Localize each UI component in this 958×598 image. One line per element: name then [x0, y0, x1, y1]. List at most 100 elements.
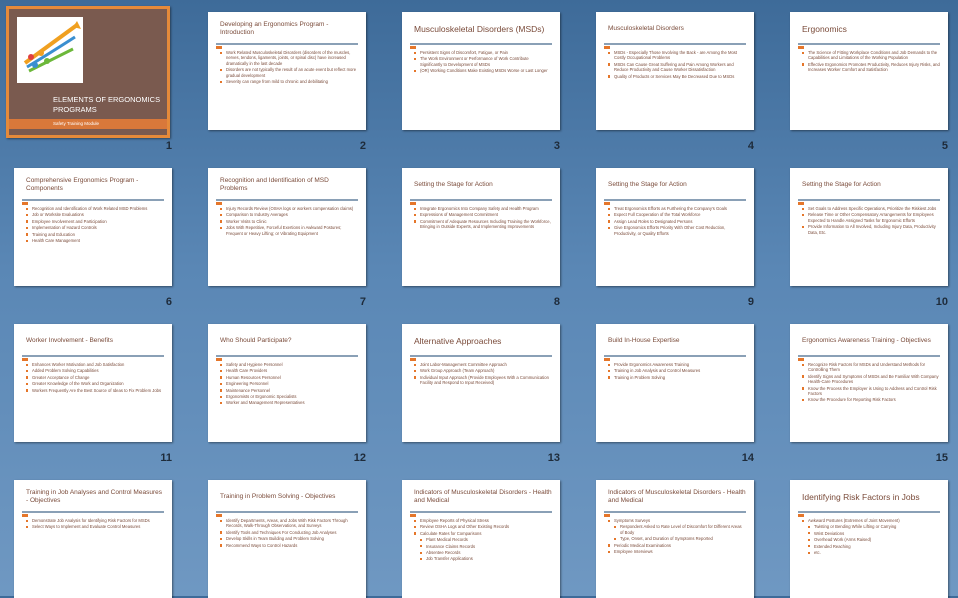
bullet: Individual Input Approach (Provide Emplo…: [414, 375, 552, 386]
bullet: Commitment of Adequate Resources Includi…: [414, 219, 552, 230]
slide-number: 5: [941, 140, 948, 152]
slide-title: Training in Job Analyses and Control Mea…: [26, 489, 162, 504]
bullet: Effective Ergonomics Promotes Productivi…: [802, 62, 940, 73]
bullet: Identify Tools and Techniques For Conduc…: [220, 530, 358, 535]
slide-title: ELEMENTS OF ERGONOMICS PROGRAMS: [53, 95, 161, 114]
bullet: Recommend Ways to Control Hazards: [220, 543, 358, 548]
bullet: Periodic Medical Examinations: [608, 543, 746, 548]
slide-subtitle: Safety Training Module: [53, 121, 100, 126]
slide-thumbnail-6[interactable]: Comprehensive Ergonomics Program - Compo…: [14, 168, 172, 286]
slide-thumbnail-7[interactable]: Recognition and Identification of MSD Pr…: [208, 168, 366, 286]
bullet: Give Ergonomics Efforts Priority With Ot…: [608, 225, 746, 236]
slide-thumbnail-11[interactable]: Worker Involvement - Benefits Enhances W…: [14, 324, 172, 442]
slide-title: Ergonomics Awareness Training - Objectiv…: [802, 337, 931, 344]
sub-bullet: Type, Onset, and Duration of Symptoms Re…: [614, 536, 746, 541]
bullet: Provide Information to All Involved, Inc…: [802, 224, 940, 235]
bullet: Develop Skills in Team Building and Prob…: [220, 536, 358, 541]
slide-number: 2: [359, 140, 366, 152]
slide-bullets: Identify Departments, Areas, and Jobs Wi…: [220, 518, 358, 594]
bullet: Know the Procedure for Reporting Risk Fa…: [802, 397, 940, 402]
slide-number: 1: [165, 140, 172, 152]
slide-thumbnail-9[interactable]: Setting the Stage for Action Treat Ergon…: [596, 168, 754, 286]
slide-thumbnail-16[interactable]: Training in Job Analyses and Control Mea…: [14, 480, 172, 598]
slide-thumbnail-5[interactable]: Ergonomics The Science of Fitting Workpl…: [790, 12, 948, 130]
bullet: Greater Acceptance of Change: [26, 375, 164, 380]
slide-bullets: Recognize Risk Factors for MSDs and Unde…: [802, 362, 940, 438]
slide-thumbnail-10[interactable]: Setting the Stage for Action Set Goals t…: [790, 168, 948, 286]
bullet: Ergonomists or Ergonomic Specialists: [220, 394, 358, 399]
sub-bullet: Twisting or Bending While Lifting or Car…: [808, 524, 940, 529]
bullet: Identify Signs and Symptoms of MSDs and …: [802, 374, 940, 385]
bullet: Health Care Providers: [220, 368, 358, 373]
slide-number: 10: [935, 296, 948, 308]
slide-bullets: Employee Reports of Physical Stress Revi…: [414, 518, 552, 594]
slide-bullets: Recognition and Identification of Work R…: [26, 206, 164, 282]
slide-bullets: Joint Labor-Management Committee Approac…: [414, 362, 552, 438]
bullet: Persistent Signs of Discomfort, Fatigue,…: [414, 50, 552, 55]
slide-bullets: Symptoms Surveys Respondent Asked to Rat…: [608, 518, 746, 594]
bullet: Recognition and Identification of Work R…: [26, 206, 164, 211]
bullet: Employee Interviews: [608, 549, 746, 554]
bullet: Disorders are not typically the result o…: [220, 67, 358, 78]
sub-bullet: Extended Reaching: [808, 544, 940, 549]
slide-number: 12: [353, 452, 366, 464]
slide-title: Alternative Approaches: [414, 336, 502, 346]
slide-bullets: Safety and Hygiene Personnel Health Care…: [220, 362, 358, 438]
slide-bullets: Demonstrate Job Analysis for Identifying…: [26, 518, 164, 594]
slide-title: Musculoskeletal Disorders: [608, 25, 684, 32]
slide-bullets: Provide Ergonomics Awareness Training Tr…: [608, 362, 746, 438]
bullet: Treat Ergonomics Efforts as Furthering t…: [608, 206, 746, 211]
bullet: Select Ways to Implement and Evaluate Co…: [26, 524, 164, 529]
bullet: MSDs - Especially Those Involving the Ba…: [608, 50, 746, 61]
bullet: Assign Lead Roles to Designated Persons: [608, 219, 746, 224]
slide-title: Setting the Stage for Action: [414, 181, 493, 188]
slide-thumbnail-1[interactable]: ELEMENTS OF ERGONOMICS PROGRAMS Safety T…: [6, 6, 170, 138]
bullet: Work Group Approach (Team Approach): [414, 368, 552, 373]
slide-title: Developing an Ergonomics Program - Intro…: [220, 21, 329, 36]
slide-bullets: Persistent Signs of Discomfort, Fatigue,…: [414, 50, 552, 126]
slide-thumbnail-4[interactable]: Musculoskeletal Disorders MSDs - Especia…: [596, 12, 754, 130]
bullet: Know the Process the Employer is Using t…: [802, 386, 940, 397]
slide-number: 4: [747, 140, 754, 152]
bullet: Release Time or Other Compensatory Arran…: [802, 212, 940, 223]
sub-bullet: etc.: [808, 550, 940, 555]
slide-title: Build In-House Expertise: [608, 337, 680, 344]
slide-number: 14: [741, 452, 754, 464]
bullet: Implementation of Hazard Controls: [26, 225, 164, 230]
slide-thumbnail-15[interactable]: Ergonomics Awareness Training - Objectiv…: [790, 324, 948, 442]
slide-number: 9: [747, 296, 754, 308]
slide-number: 15: [935, 452, 948, 464]
bullet: Integrate Ergonomics Into Company Safety…: [414, 206, 552, 211]
bullet: Training in Problem Solving: [608, 375, 746, 380]
slide-thumbnail-12[interactable]: Who Should Participate? Safety and Hygie…: [208, 324, 366, 442]
sub-bullet: Overhead Work (Arms Raised): [808, 537, 940, 542]
bullet: Expressions of Management Commitment: [414, 212, 552, 217]
sub-bullet: Respondent Asked to Rate Level of Discom…: [614, 524, 746, 535]
slide-title: Setting the Stage for Action: [802, 181, 881, 188]
bullet: Demonstrate Job Analysis for Identifying…: [26, 518, 164, 523]
slide-title: Identifying Risk Factors in Jobs: [802, 492, 920, 502]
people-arrow-image: [17, 17, 83, 83]
slide-bullets: Enhances Worker Motivation and Job Satis…: [26, 362, 164, 438]
slide-thumbnail-8[interactable]: Setting the Stage for Action Integrate E…: [402, 168, 560, 286]
slide-thumbnail-17[interactable]: Training in Problem Solving - Objectives…: [208, 480, 366, 598]
slide-thumbnail-18[interactable]: Indicators of Musculoskeletal Disorders …: [402, 480, 560, 598]
slide-bullets: Awkward Postures (Extremes of Joint Move…: [802, 518, 940, 594]
slide-number: 7: [359, 296, 366, 308]
slide-thumbnail-19[interactable]: Indicators of Musculoskeletal Disorders …: [596, 480, 754, 598]
slide-number: 8: [553, 296, 560, 308]
bullet: Review OSHA Logs and Other Existing Reco…: [414, 524, 552, 529]
slide-thumbnail-20[interactable]: Identifying Risk Factors in Jobs Awkward…: [790, 480, 948, 598]
slide-thumbnail-2[interactable]: Developing an Ergonomics Program - Intro…: [208, 12, 366, 130]
bullet: Awkward Postures (Extremes of Joint Move…: [802, 518, 940, 523]
slide-thumbnail-3[interactable]: Musculoskeletal Disorders (MSDs) Persist…: [402, 12, 560, 130]
bullet: Employee Involvement and Participation: [26, 219, 164, 224]
slide-thumbnail-13[interactable]: Alternative Approaches Joint Labor-Manag…: [402, 324, 560, 442]
bullet: Added Problem Solving Capabilities: [26, 368, 164, 373]
bullet: Employee Reports of Physical Stress: [414, 518, 552, 523]
sub-bullet: Plant Medical Records: [420, 537, 552, 542]
bullet: Job or Worksite Evaluations: [26, 212, 164, 217]
slide-title: Worker Involvement - Benefits: [26, 337, 113, 344]
slide-thumbnail-14[interactable]: Build In-House Expertise Provide Ergonom…: [596, 324, 754, 442]
bullet: Greater Knowledge of the Work and Organi…: [26, 381, 164, 386]
